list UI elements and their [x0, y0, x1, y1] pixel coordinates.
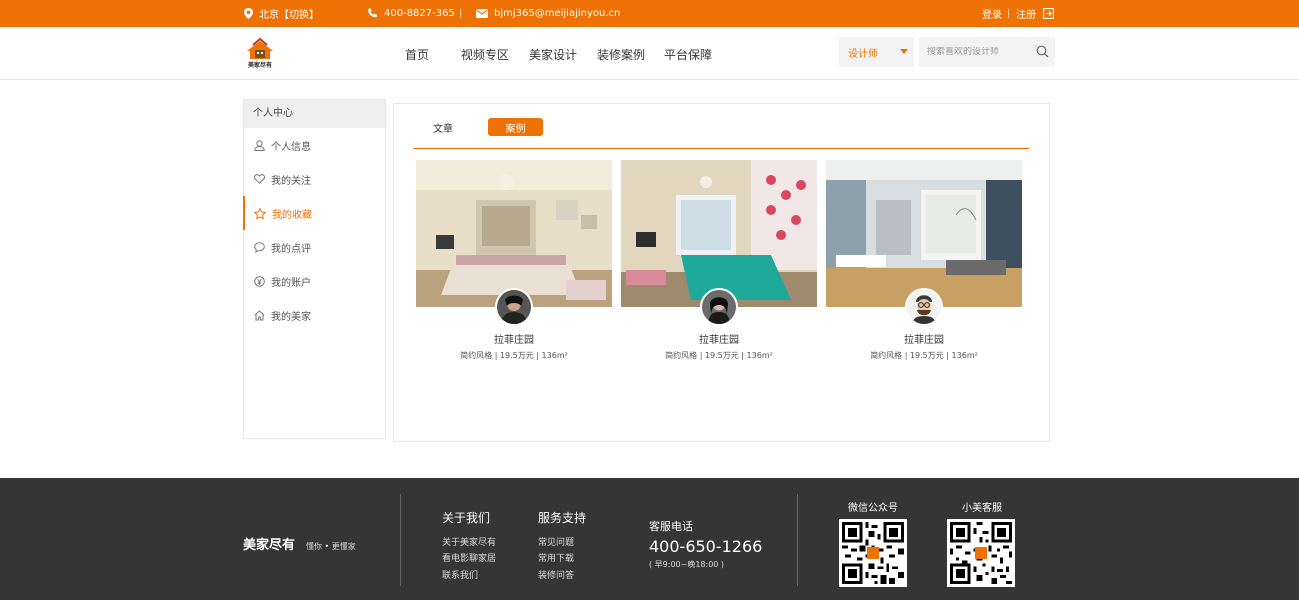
search-icon[interactable] [1036, 45, 1049, 58]
sidebar-item-label: 我的收藏 [272, 209, 312, 221]
wechat-qr-label: 微信公众号 [848, 503, 898, 514]
service-qr-label: 小美客服 [962, 503, 1002, 514]
nav-design[interactable]: 美家设计 [529, 46, 577, 63]
sidebar-item-favorites[interactable]: 我的收藏 [243, 196, 385, 230]
sidebar-item-profile[interactable]: 个人信息 [244, 128, 385, 162]
nav-cases[interactable]: 装修案例 [597, 46, 645, 63]
footer-phone-number: 400-650-1266 [649, 537, 763, 556]
designer-avatar[interactable] [700, 288, 738, 326]
comment-icon [254, 241, 265, 253]
footer-link-faq[interactable]: 常见问题 [538, 535, 574, 548]
phone-icon [368, 8, 377, 18]
location-label: 北京【切换】 [259, 10, 319, 21]
designer-avatar[interactable] [905, 288, 943, 326]
tab-cases[interactable]: 案例 [488, 118, 543, 136]
hotline-number: 400-8827-365 [384, 8, 455, 19]
top-bar: 北京【切换】 400-8827-365 | bjmj365@meijiajiny… [0, 0, 1299, 27]
nav-home[interactable]: 首页 [405, 46, 429, 63]
designer-avatar[interactable] [495, 288, 533, 326]
brand-logo[interactable]: 美家尽有 [243, 37, 277, 71]
nav-videos[interactable]: 视频专区 [461, 46, 509, 63]
tab-underline [413, 148, 1029, 149]
hotline: 400-8827-365 [367, 0, 455, 27]
wechat-qr-code [839, 519, 907, 587]
sidebar-item-follows[interactable]: 我的关注 [244, 162, 385, 196]
topbar-separator: | [459, 8, 463, 19]
footer-service-hours: ( 早9:00~晚18:00 ) [649, 560, 725, 569]
logout-button[interactable] [1043, 0, 1060, 27]
favorites-panel: 文章 案例 拉菲庄园 简约风格 | 19.5万元 | 136m² 拉菲庄园 简约… [393, 103, 1050, 442]
location-pin-icon [244, 8, 253, 19]
exit-icon [1043, 8, 1054, 19]
case-title[interactable]: 拉菲庄园 [621, 331, 817, 346]
service-qr-code [947, 519, 1015, 587]
auth-separator: | [1007, 8, 1011, 19]
sidebar-item-label: 我的关注 [271, 175, 311, 187]
footer-link-qa[interactable]: 装修问答 [538, 568, 574, 581]
case-title[interactable]: 拉菲庄园 [416, 331, 612, 346]
sidebar-item-label: 我的美家 [271, 311, 311, 323]
sidebar-item-label: 我的账户 [271, 277, 311, 289]
site-header: 美家尽有 首页 视频专区 美家设计 装修案例 平台保障 设计师 [0, 27, 1299, 80]
register-link[interactable]: 注册 [1016, 0, 1036, 27]
case-card[interactable]: 拉菲庄园 简约风格 | 19.5万元 | 136m² [416, 160, 612, 370]
email-address: bjmj365@meijiajinyou.cn [494, 8, 621, 19]
search-input[interactable] [927, 47, 1033, 57]
register-label: 注册 [1016, 10, 1036, 21]
sidebar-title: 个人中心 [244, 100, 385, 128]
yen-icon [254, 275, 265, 287]
sidebar-item-label: 我的点评 [271, 243, 311, 255]
email-contact[interactable]: bjmj365@meijiajinyou.cn [476, 0, 620, 27]
user-icon [254, 139, 265, 151]
star-icon [254, 207, 266, 219]
footer-link-contact[interactable]: 联系我们 [442, 568, 478, 581]
footer-divider [400, 494, 401, 586]
case-meta: 简约风格 | 19.5万元 | 136m² [460, 351, 568, 360]
location-switch[interactable]: 北京【切换】 [244, 0, 319, 27]
footer-phone-label: 客服电话 [649, 520, 693, 533]
user-center-sidebar: 个人中心 个人信息 我的关注 我的收藏 我的点评 我的账户 我的美家 [243, 99, 386, 439]
search-category-select[interactable]: 设计师 [839, 37, 914, 67]
nav-guarantee[interactable]: 平台保障 [664, 46, 712, 63]
site-footer: 美家尽有 懂你 • 更懂家 关于我们 关于美家尽有 看电影聊家居 联系我们 服务… [0, 478, 1299, 600]
footer-divider [797, 494, 798, 586]
sidebar-item-label: 个人信息 [271, 141, 311, 153]
footer-brand-logo[interactable]: 美家尽有 [243, 536, 303, 552]
case-card[interactable]: 拉菲庄园 简约风格 | 19.5万元 | 136m² [826, 160, 1022, 370]
login-link[interactable]: 登录 [982, 0, 1002, 27]
svg-text:美家尽有: 美家尽有 [243, 537, 295, 552]
sidebar-item-my-home[interactable]: 我的美家 [244, 298, 385, 332]
mail-icon [476, 9, 488, 18]
heart-icon [254, 174, 265, 184]
case-meta: 简约风格 | 19.5万元 | 136m² [870, 351, 978, 360]
search-category-value: 设计师 [848, 48, 878, 60]
case-card[interactable]: 拉菲庄园 简约风格 | 19.5万元 | 136m² [621, 160, 817, 370]
footer-about-heading: 关于我们 [442, 511, 491, 525]
search-box [919, 37, 1055, 67]
footer-link-movies[interactable]: 看电影聊家居 [442, 551, 496, 564]
case-photo[interactable] [826, 160, 1022, 307]
login-label: 登录 [982, 10, 1002, 21]
home-icon [254, 309, 265, 320]
case-title[interactable]: 拉菲庄园 [826, 331, 1022, 346]
case-photo[interactable] [416, 160, 612, 307]
svg-text:美家尽有: 美家尽有 [247, 61, 272, 69]
case-meta: 简约风格 | 19.5万元 | 136m² [665, 351, 773, 360]
footer-link-about[interactable]: 关于美家尽有 [442, 535, 496, 548]
tab-articles[interactable]: 文章 [428, 118, 458, 136]
sidebar-item-reviews[interactable]: 我的点评 [244, 230, 385, 264]
footer-link-downloads[interactable]: 常用下载 [538, 551, 574, 564]
case-photo[interactable] [621, 160, 817, 307]
footer-slogan: 懂你 • 更懂家 [306, 542, 356, 551]
caret-down-icon [900, 49, 908, 54]
footer-support-heading: 服务支持 [538, 511, 587, 525]
sidebar-item-account[interactable]: 我的账户 [244, 264, 385, 298]
